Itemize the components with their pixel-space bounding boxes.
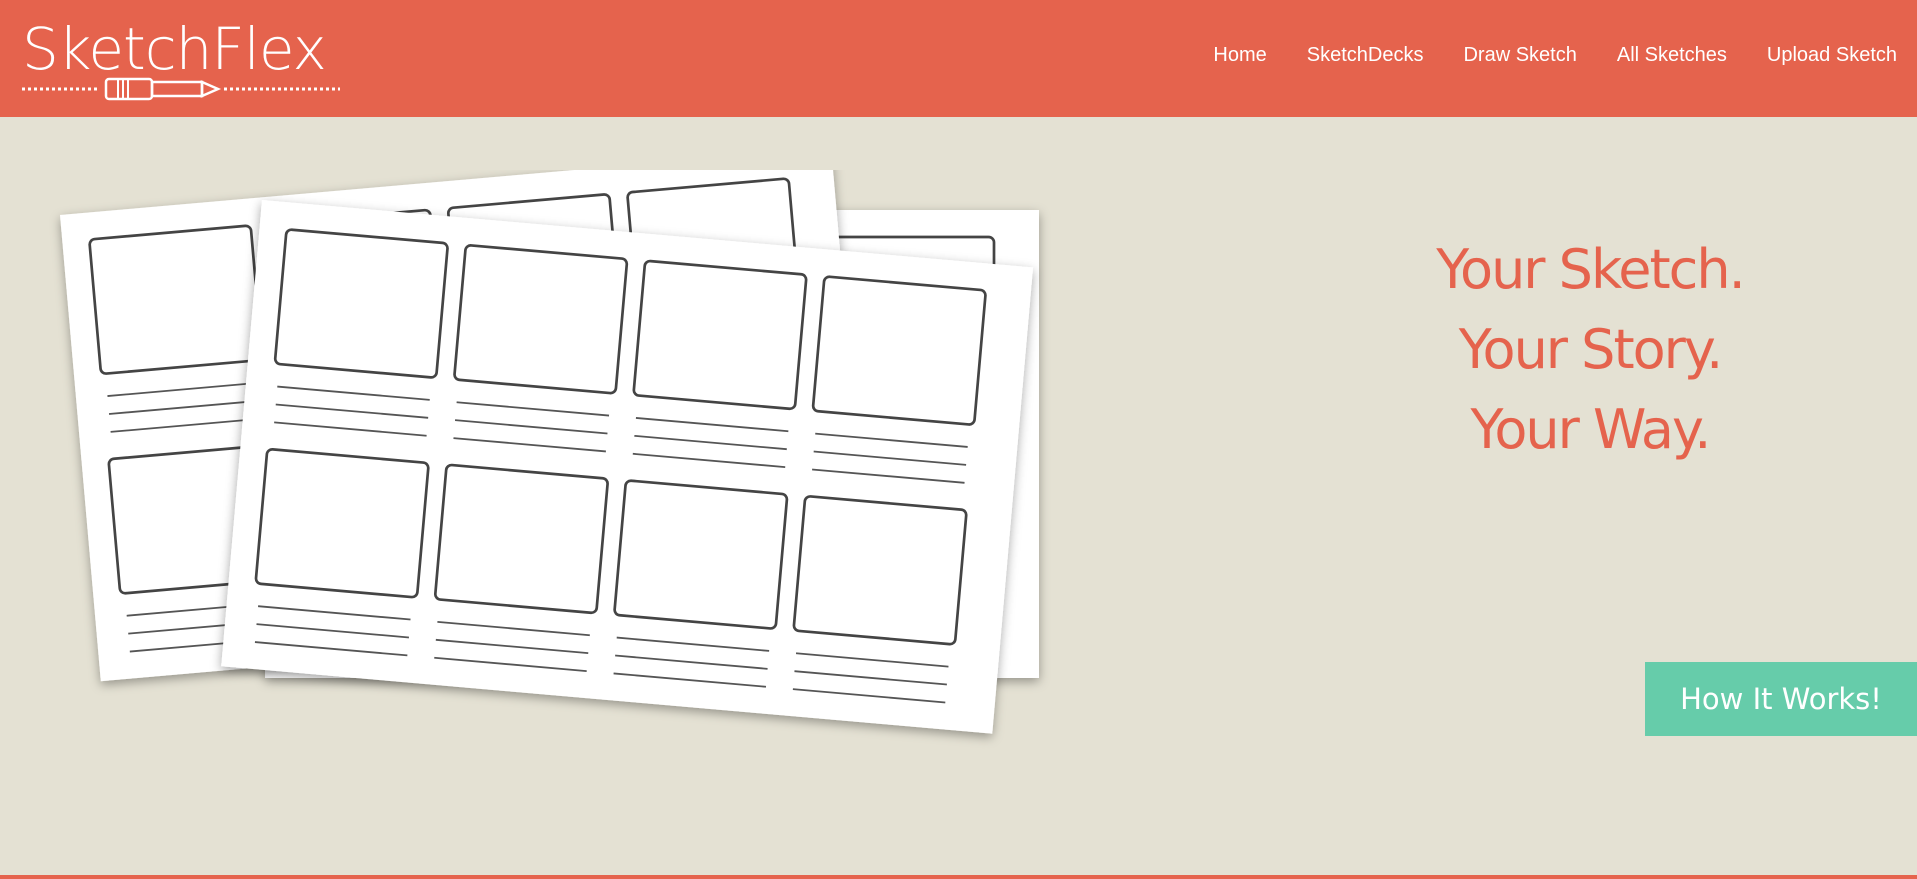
main-nav: Home SketchDecks Draw Sketch All Sketche… [1213,44,1897,67]
logo[interactable]: SketchFlex [22,14,347,104]
logo-wordmark: SketchFlex [22,15,327,83]
bottom-divider [0,875,1917,879]
nav-home[interactable]: Home [1213,44,1266,67]
how-it-works-button[interactable]: How It Works! [1645,662,1917,736]
hero-tagline: Your Sketch. Your Story. Your Way. [1300,230,1880,470]
nav-upload-sketch[interactable]: Upload Sketch [1767,44,1897,67]
tagline-line-3: Your Way. [1470,398,1712,461]
nav-sketchdecks[interactable]: SketchDecks [1307,44,1424,67]
storyboard-illustration [40,170,1160,860]
nav-draw-sketch[interactable]: Draw Sketch [1463,44,1576,67]
pencil-icon [22,77,340,101]
tagline-line-2: Your Story. [1458,318,1724,381]
site-header: SketchFlex Home SketchDecks Draw Sketch … [0,0,1917,117]
tagline-line-1: Your Sketch. [1436,238,1746,301]
nav-all-sketches[interactable]: All Sketches [1617,44,1727,67]
